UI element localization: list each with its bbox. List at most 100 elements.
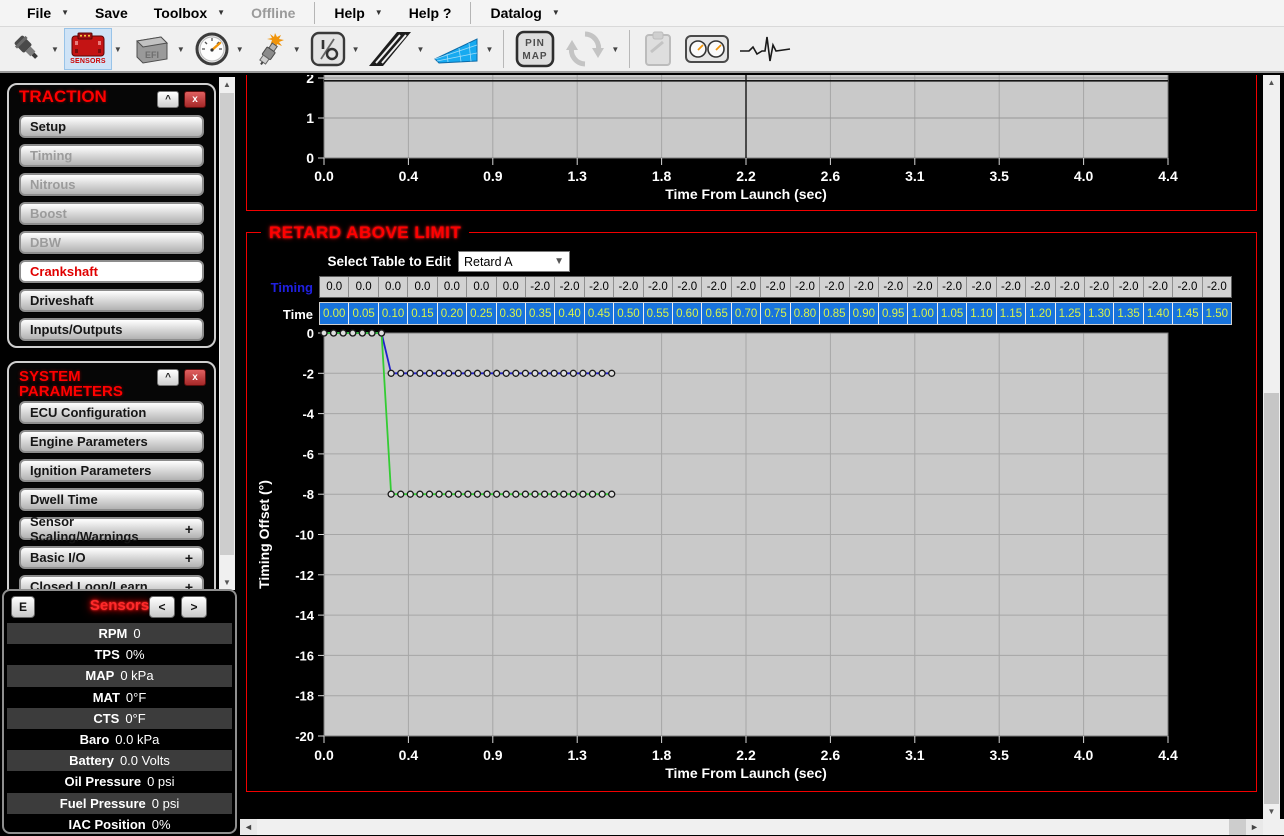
timing-cell[interactable]: -2.0: [1085, 277, 1114, 297]
timing-cell[interactable]: 0.0: [379, 277, 408, 297]
time-cell[interactable]: 1.05: [938, 303, 967, 324]
timing-cell[interactable]: -2.0: [585, 277, 614, 297]
timing-cell[interactable]: 0.0: [467, 277, 496, 297]
time-cell[interactable]: 1.40: [1144, 303, 1173, 324]
injector-tool-button[interactable]: [7, 28, 49, 70]
scroll-up-icon[interactable]: ▲: [1263, 75, 1280, 90]
timing-cell[interactable]: -2.0: [761, 277, 790, 297]
retard-chart[interactable]: 0-2-4-6-8-10-12-14-16-18-200.00.40.91.31…: [247, 327, 1256, 791]
timing-cell[interactable]: -2.0: [526, 277, 555, 297]
dropdown-arrow-icon[interactable]: ▼: [177, 45, 185, 54]
scroll-down-icon[interactable]: ▼: [1263, 804, 1280, 819]
menu-item-file[interactable]: File▼: [14, 0, 82, 27]
time-cell[interactable]: 0.95: [879, 303, 908, 324]
scroll-down-icon[interactable]: ▼: [219, 575, 235, 590]
sidebar-item-ignition-parameters[interactable]: Ignition Parameters: [19, 459, 204, 482]
time-cell[interactable]: 0.30: [497, 303, 526, 324]
scroll-up-icon[interactable]: ▲: [219, 77, 235, 92]
sidebar-item-engine-parameters[interactable]: Engine Parameters: [19, 430, 204, 453]
time-cell[interactable]: 0.90: [850, 303, 879, 324]
time-cell[interactable]: 0.20: [438, 303, 467, 324]
dropdown-arrow-icon[interactable]: ▼: [293, 45, 301, 54]
sidebar-item-setup[interactable]: Setup: [19, 115, 204, 138]
gauge-tool-button[interactable]: [190, 28, 234, 70]
sensors-prev-button[interactable]: <: [149, 596, 175, 618]
timing-cell[interactable]: -2.0: [1114, 277, 1143, 297]
timing-cell[interactable]: -2.0: [1144, 277, 1173, 297]
time-cell[interactable]: 0.55: [644, 303, 673, 324]
time-cell[interactable]: 1.15: [997, 303, 1026, 324]
time-cell[interactable]: 1.00: [908, 303, 937, 324]
timing-cell[interactable]: -2.0: [879, 277, 908, 297]
belt-tool-button[interactable]: [365, 28, 415, 70]
timing-cell[interactable]: -2.0: [644, 277, 673, 297]
time-cell[interactable]: 0.45: [585, 303, 614, 324]
time-cell[interactable]: 0.05: [349, 303, 378, 324]
efi-ecu-tool-button[interactable]: EFI: [127, 28, 175, 70]
timing-cell[interactable]: -2.0: [1056, 277, 1085, 297]
time-cell[interactable]: 0.10: [379, 303, 408, 324]
time-cell[interactable]: 0.75: [761, 303, 790, 324]
scroll-right-icon[interactable]: ►: [1246, 819, 1263, 835]
timing-cell[interactable]: 0.0: [438, 277, 467, 297]
sensors-next-button[interactable]: >: [181, 596, 207, 618]
timing-cell[interactable]: 0.0: [497, 277, 526, 297]
time-cell[interactable]: 0.80: [791, 303, 820, 324]
scrollbar-thumb[interactable]: [220, 93, 234, 555]
timing-cell[interactable]: -2.0: [997, 277, 1026, 297]
horizontal-scrollbar[interactable]: ◄ ►: [240, 819, 1263, 835]
top-chart[interactable]: 2100.00.40.91.31.82.22.63.13.54.04.4Time…: [247, 75, 1256, 210]
timing-cell[interactable]: 0.0: [408, 277, 437, 297]
menu-item-help[interactable]: Help ?: [396, 0, 465, 27]
dropdown-arrow-icon[interactable]: ▼: [114, 45, 122, 54]
time-cell[interactable]: 0.70: [732, 303, 761, 324]
timing-cell[interactable]: -2.0: [967, 277, 996, 297]
sidebar-item-sensor-scaling-warnings[interactable]: Sensor Scaling/Warnings+: [19, 517, 204, 540]
time-cell[interactable]: 1.25: [1056, 303, 1085, 324]
menu-item-save[interactable]: Save: [82, 0, 141, 27]
timing-cell[interactable]: -2.0: [1173, 277, 1202, 297]
close-icon[interactable]: x: [184, 369, 206, 386]
timing-cell[interactable]: -2.0: [614, 277, 643, 297]
sidebar-scrollbar[interactable]: ▲ ▼: [219, 77, 235, 590]
dropdown-arrow-icon[interactable]: ▼: [236, 45, 244, 54]
sidebar-item-dwell-time[interactable]: Dwell Time: [19, 488, 204, 511]
sidebar-item-crankshaft[interactable]: Crankshaft: [19, 260, 204, 283]
map-3d-tool-button[interactable]: [429, 28, 483, 70]
menu-item-toolbox[interactable]: Toolbox▼: [141, 0, 238, 27]
timing-cell[interactable]: -2.0: [673, 277, 702, 297]
table-select-dropdown[interactable]: Retard A ▼: [458, 251, 570, 272]
scroll-left-icon[interactable]: ◄: [240, 819, 257, 835]
dropdown-arrow-icon[interactable]: ▼: [352, 45, 360, 54]
time-cell[interactable]: 0.65: [702, 303, 731, 324]
spark-plug-tool-button[interactable]: [249, 28, 291, 70]
sidebar-item-ecu-configuration[interactable]: ECU Configuration: [19, 401, 204, 424]
time-cell[interactable]: 1.10: [967, 303, 996, 324]
scrollbar-thumb[interactable]: [257, 819, 1229, 835]
menu-item-datalog[interactable]: Datalog▼: [477, 0, 572, 27]
timing-cell[interactable]: 0.0: [349, 277, 378, 297]
timing-cell[interactable]: -2.0: [908, 277, 937, 297]
timing-cell[interactable]: -2.0: [732, 277, 761, 297]
time-cell[interactable]: 1.50: [1203, 303, 1231, 324]
time-cell[interactable]: 0.25: [467, 303, 496, 324]
dropdown-arrow-icon[interactable]: ▼: [485, 45, 493, 54]
timing-cell[interactable]: 0.0: [320, 277, 349, 297]
time-cell[interactable]: 1.20: [1026, 303, 1055, 324]
time-cell[interactable]: 0.40: [555, 303, 584, 324]
timing-cell[interactable]: -2.0: [850, 277, 879, 297]
dash-gauges-tool-button[interactable]: [681, 28, 733, 70]
waveform-tool-button[interactable]: [735, 28, 795, 70]
scrollbar-thumb[interactable]: [1264, 393, 1279, 810]
timing-cell[interactable]: -2.0: [702, 277, 731, 297]
time-cell[interactable]: 0.85: [820, 303, 849, 324]
time-cell[interactable]: 0.60: [673, 303, 702, 324]
time-cell[interactable]: 1.30: [1085, 303, 1114, 324]
sidebar-item-driveshaft[interactable]: Driveshaft: [19, 289, 204, 312]
time-cell[interactable]: 0.00: [320, 303, 349, 324]
close-icon[interactable]: x: [184, 91, 206, 108]
sensors-tool-button[interactable]: SENSORS: [64, 28, 112, 70]
time-cell[interactable]: 1.35: [1114, 303, 1143, 324]
timing-cell[interactable]: -2.0: [1203, 277, 1231, 297]
timing-cell[interactable]: -2.0: [820, 277, 849, 297]
